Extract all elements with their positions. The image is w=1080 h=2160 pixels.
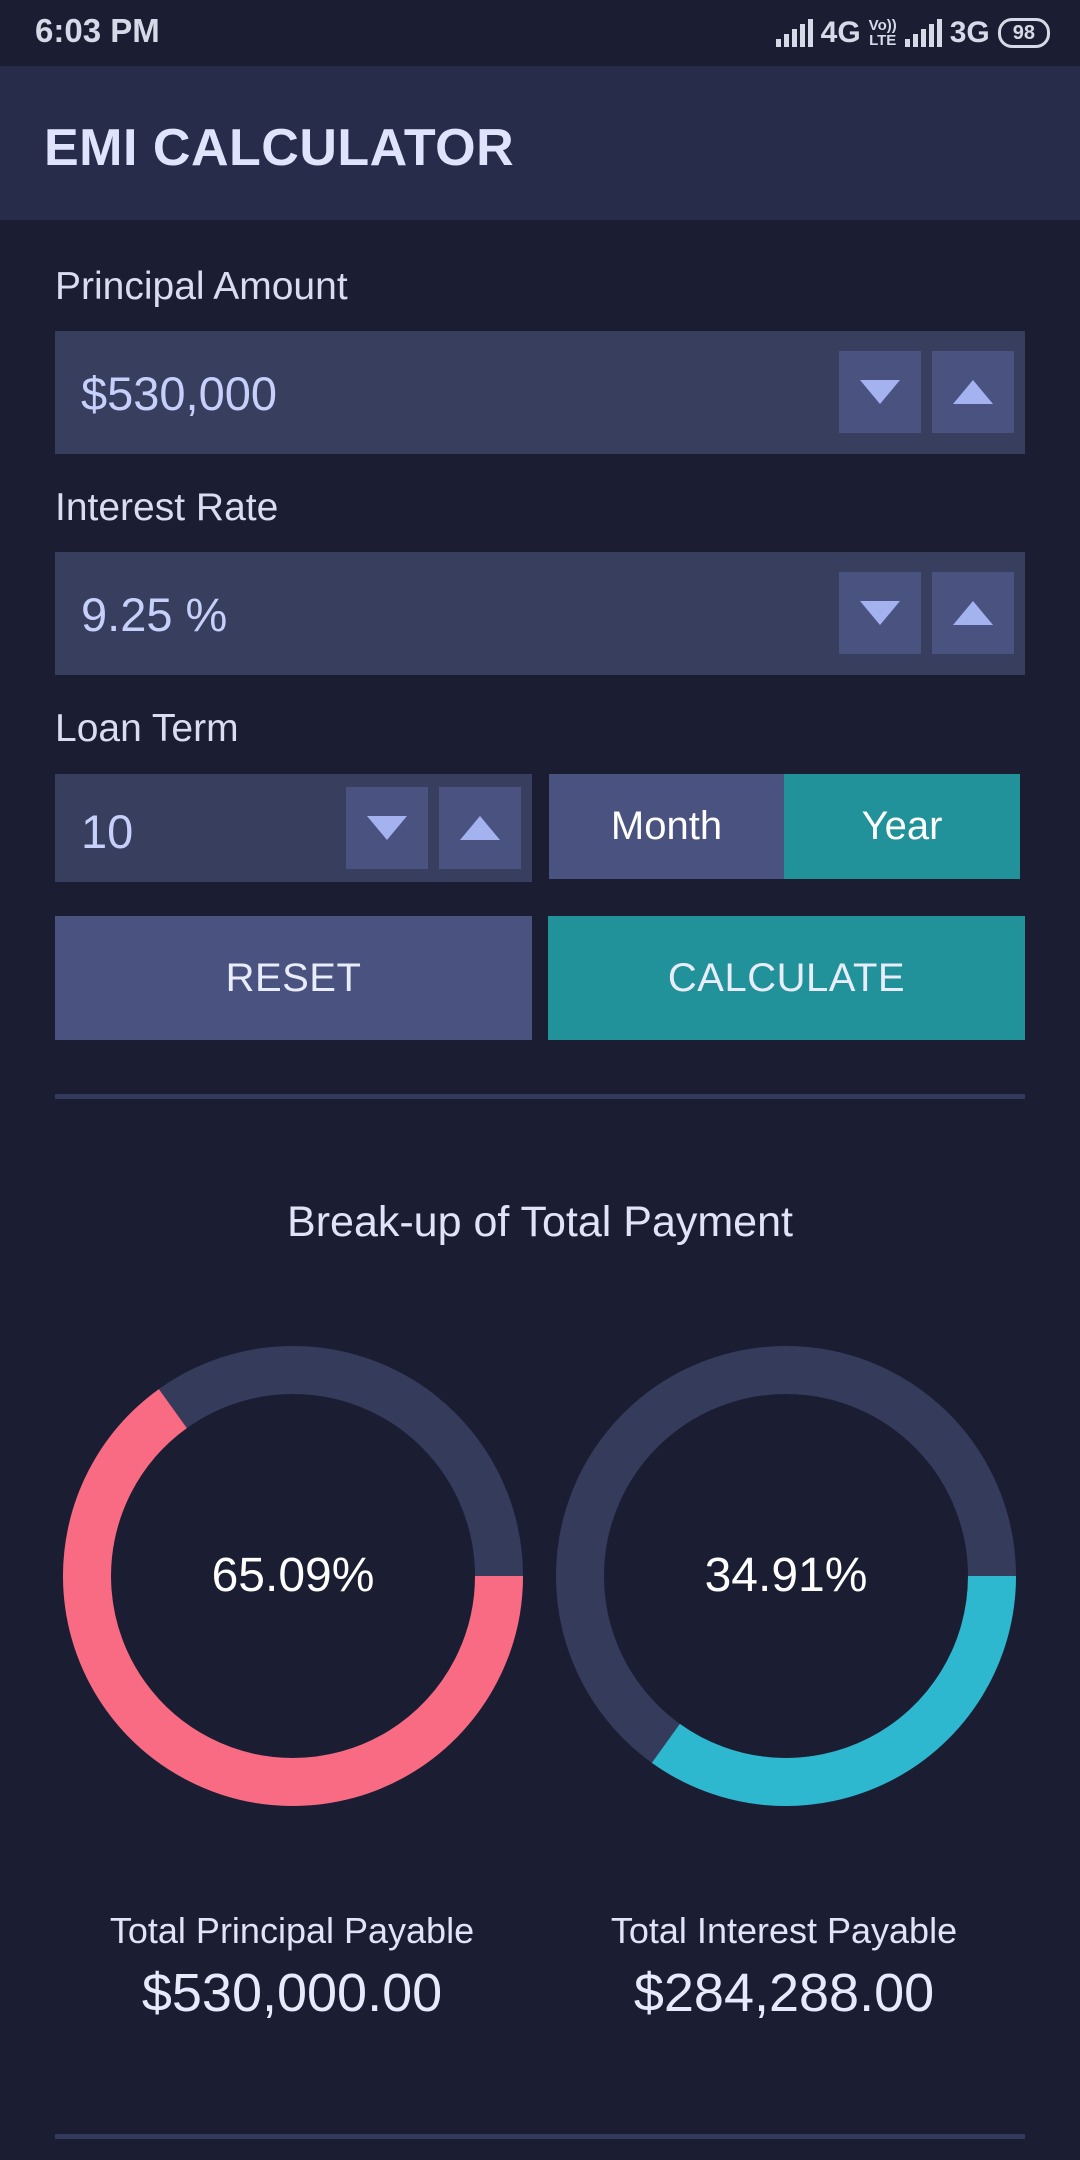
chevron-up-icon: [460, 816, 500, 840]
loan-term-increment-button[interactable]: [439, 787, 521, 869]
chevron-down-icon: [367, 816, 407, 840]
interest-value[interactable]: 9.25 %: [81, 587, 227, 642]
total-principal-label: Total Principal Payable: [109, 1910, 475, 1951]
network-type-2: 3G: [949, 16, 990, 49]
interest-decrement-button[interactable]: [839, 572, 921, 654]
battery-icon: 98: [997, 18, 1050, 48]
principal-value[interactable]: $530,000: [81, 366, 277, 421]
status-bar: 6:03 PM 4G Vo)) LTE 3G 98: [0, 0, 1080, 66]
signal-icon-2: [904, 19, 942, 47]
principal-increment-button[interactable]: [932, 351, 1014, 433]
calculate-button[interactable]: CALCULATE: [548, 916, 1025, 1040]
app-title: EMI CALCULATOR: [44, 119, 515, 177]
reset-button[interactable]: RESET: [55, 916, 532, 1040]
network-type-1: 4G: [820, 16, 861, 49]
total-interest-value: $284,288.00: [633, 1963, 935, 2023]
interest-percent-label: 34.91%: [704, 1549, 868, 1602]
principal-field[interactable]: $530,000: [55, 331, 1025, 454]
signal-icon: [775, 19, 813, 47]
chevron-down-icon: [860, 380, 900, 404]
loan-term-field[interactable]: 10: [55, 774, 532, 882]
status-time: 6:03 PM: [35, 12, 160, 49]
loan-term-label: Loan Term: [55, 707, 239, 750]
chevron-up-icon: [953, 601, 993, 625]
interest-increment-button[interactable]: [932, 572, 1014, 654]
loan-term-decrement-button[interactable]: [346, 787, 428, 869]
interest-arc: [651, 1575, 1016, 1806]
chevron-up-icon: [953, 380, 993, 404]
total-interest-label: Total Interest Payable: [610, 1910, 958, 1951]
chevron-down-icon: [860, 601, 900, 625]
divider-bottom: [55, 2134, 1025, 2139]
interest-field[interactable]: 9.25 %: [55, 552, 1025, 675]
unit-month-toggle[interactable]: Month: [549, 774, 784, 879]
principal-decrement-button[interactable]: [839, 351, 921, 433]
principal-label: Principal Amount: [55, 265, 348, 308]
loan-term-value[interactable]: 10: [81, 804, 133, 859]
app-bar: EMI CALCULATOR: [0, 66, 1080, 220]
status-icons: 4G Vo)) LTE 3G 98: [775, 12, 1050, 54]
interest-label: Interest Rate: [55, 486, 279, 529]
divider: [55, 1094, 1025, 1099]
total-principal-value: $530,000.00: [141, 1963, 443, 2023]
volte-icon: Vo)) LTE: [868, 17, 897, 49]
unit-year-toggle[interactable]: Year: [784, 774, 1020, 879]
principal-percent-label: 65.09%: [211, 1549, 375, 1602]
chart-title: Break-up of Total Payment: [287, 1198, 793, 1246]
